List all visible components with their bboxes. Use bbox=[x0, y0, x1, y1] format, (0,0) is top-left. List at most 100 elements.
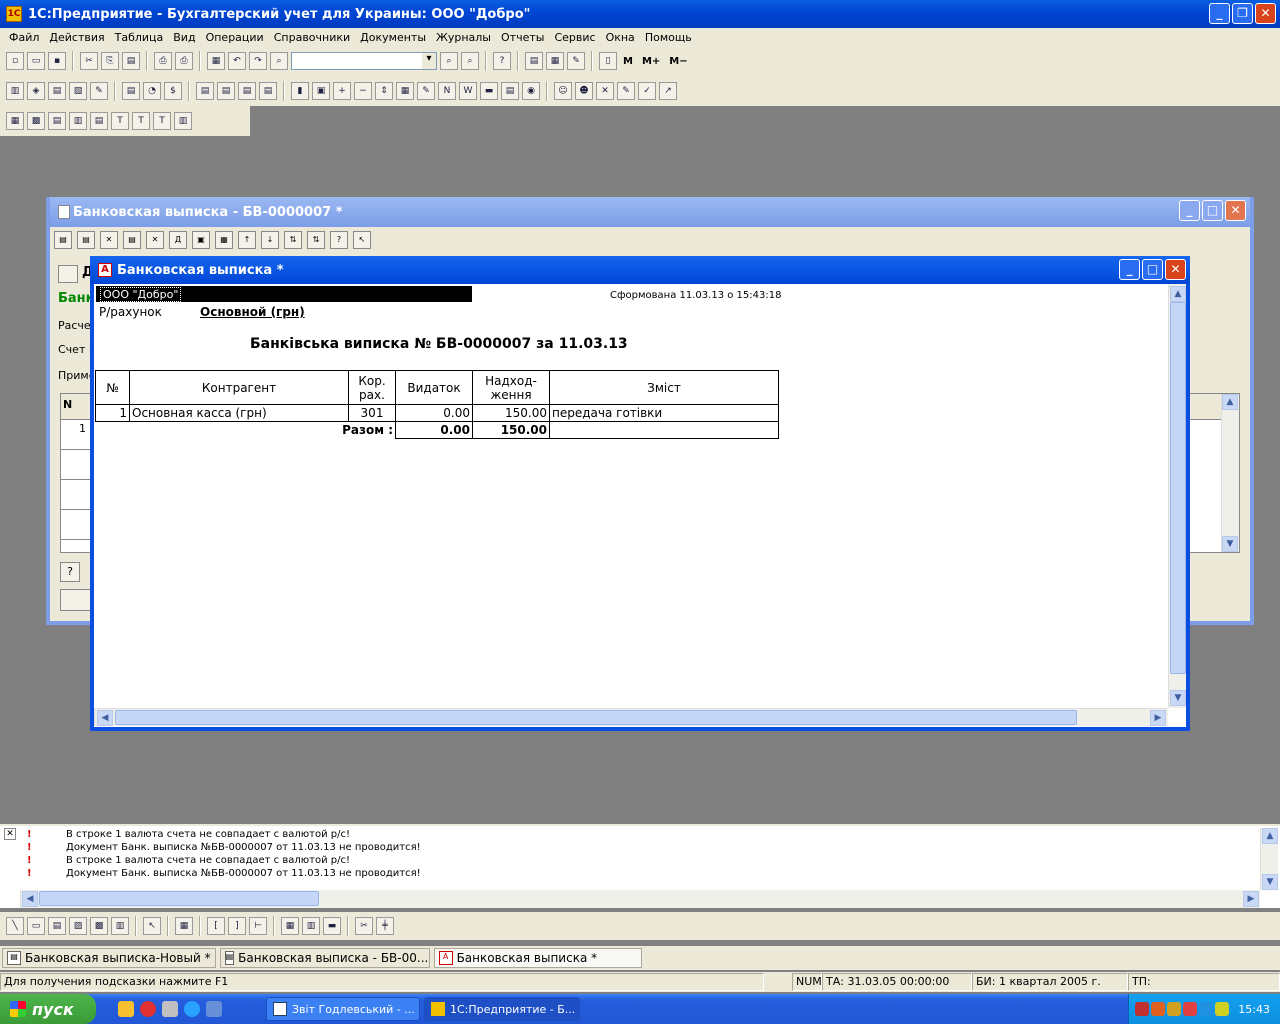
split-icon[interactable]: ╪ bbox=[376, 917, 394, 935]
find-next-icon[interactable]: ⌕ bbox=[440, 52, 458, 70]
form-table-scrollbar[interactable]: ▲ ▼ bbox=[1221, 394, 1239, 552]
menu-service[interactable]: Сервис bbox=[549, 31, 600, 44]
person-icon[interactable]: ☺ bbox=[554, 82, 572, 100]
find-icon[interactable]: ⌕ bbox=[270, 52, 288, 70]
report-sheet[interactable]: ООО "Добро" Сформована 11.03.13 о 15:43:… bbox=[94, 284, 1168, 708]
waybill-icon[interactable]: ▤ bbox=[238, 82, 256, 100]
text-frame-icon[interactable]: ▤ bbox=[48, 917, 66, 935]
text3-icon[interactable]: T bbox=[153, 112, 171, 130]
analysis-icon[interactable]: ◔ bbox=[143, 82, 161, 100]
report-close-button[interactable]: ✕ bbox=[1165, 259, 1186, 280]
warehouse-icon[interactable]: ▮ bbox=[291, 82, 309, 100]
goods-icon[interactable]: ▣ bbox=[312, 82, 330, 100]
tab-bank-statement-new[interactable]: ▤ Банковская выписка-Новый * bbox=[2, 948, 216, 968]
grid-lines-icon[interactable]: ▦ bbox=[281, 917, 299, 935]
search-combo[interactable] bbox=[291, 52, 437, 70]
redo-icon[interactable]: ↷ bbox=[249, 52, 267, 70]
calc-icon[interactable]: ▦ bbox=[207, 52, 225, 70]
columns-icon[interactable]: ▥ bbox=[302, 917, 320, 935]
menu-reports[interactable]: Отчеты bbox=[496, 31, 549, 44]
calendar-icon[interactable]: ▦ bbox=[546, 52, 564, 70]
memory-plus-button[interactable]: M+ bbox=[639, 56, 663, 67]
chart-icon[interactable]: ▥ bbox=[174, 112, 192, 130]
ruler-icon[interactable]: ▬ bbox=[323, 917, 341, 935]
entries-icon[interactable]: ◈ bbox=[27, 82, 45, 100]
select-icon[interactable]: ▦ bbox=[215, 231, 233, 249]
bracket-left-icon[interactable]: [ bbox=[207, 917, 225, 935]
opera-tray-icon[interactable] bbox=[1183, 1002, 1197, 1016]
quicklaunch-opera-icon[interactable] bbox=[140, 1001, 156, 1017]
undo-icon[interactable]: ↶ bbox=[228, 52, 246, 70]
replace-icon[interactable]: ⌕ bbox=[461, 52, 479, 70]
report-row[interactable]: 1 Основная касса (грн) 301 0.00 150.00 п… bbox=[95, 404, 779, 422]
form-table-row[interactable] bbox=[61, 512, 91, 540]
copy-icon[interactable]: ⎘ bbox=[101, 52, 119, 70]
people-icon[interactable]: ☻ bbox=[575, 82, 593, 100]
text2-icon[interactable]: T bbox=[132, 112, 150, 130]
report-maximize-button[interactable]: □ bbox=[1142, 259, 1163, 280]
network-icon[interactable] bbox=[1199, 1002, 1213, 1016]
list-icon[interactable]: ▤ bbox=[196, 82, 214, 100]
cash-icon[interactable]: ▬ bbox=[480, 82, 498, 100]
doc-edit-icon[interactable]: ✎ bbox=[617, 82, 635, 100]
messages-vertical-scrollbar[interactable]: ▲ ▼ bbox=[1260, 828, 1278, 890]
copy-line-icon[interactable]: ▤ bbox=[77, 231, 95, 249]
sort-asc-icon[interactable]: ⇅ bbox=[284, 231, 302, 249]
manual-op-icon[interactable]: ✎ bbox=[90, 82, 108, 100]
w-doc-icon[interactable]: W bbox=[459, 82, 477, 100]
calculator-icon[interactable]: ▤ bbox=[525, 52, 543, 70]
delete-doc-icon[interactable]: ✕ bbox=[146, 231, 164, 249]
text-icon[interactable]: T bbox=[111, 112, 129, 130]
dk-icon[interactable]: Д bbox=[169, 231, 187, 249]
security-icon[interactable] bbox=[1167, 1002, 1181, 1016]
menu-actions[interactable]: Действия bbox=[44, 31, 109, 44]
up-icon[interactable]: ↑ bbox=[238, 231, 256, 249]
plus-icon[interactable]: + bbox=[333, 82, 351, 100]
menu-view[interactable]: Вид bbox=[168, 31, 200, 44]
start-button[interactable]: пуск bbox=[0, 994, 96, 1024]
pointer-icon[interactable]: ↖ bbox=[143, 917, 161, 935]
sort-desc-icon[interactable]: ⇅ bbox=[307, 231, 325, 249]
memory-minus-button[interactable]: M− bbox=[666, 56, 690, 67]
quicklaunch-app2-icon[interactable] bbox=[162, 1001, 178, 1017]
restore-button[interactable]: ❐ bbox=[1232, 3, 1253, 24]
menu-documents[interactable]: Документы bbox=[355, 31, 431, 44]
form-help-icon[interactable]: ? bbox=[330, 231, 348, 249]
language-icon[interactable] bbox=[1215, 1002, 1229, 1016]
invoice-icon[interactable]: ▤ bbox=[217, 82, 235, 100]
chart-object-icon[interactable]: ▥ bbox=[111, 917, 129, 935]
minus-icon[interactable]: − bbox=[354, 82, 372, 100]
volume-icon[interactable] bbox=[1135, 1002, 1149, 1016]
minimize-button[interactable]: _ bbox=[1209, 3, 1230, 24]
table2-icon[interactable]: ▤ bbox=[48, 112, 66, 130]
messages-horizontal-scrollbar[interactable]: ◀ ▶ bbox=[20, 890, 1260, 908]
bank-icon[interactable]: ▤ bbox=[501, 82, 519, 100]
form-close-button[interactable]: ✕ bbox=[1225, 200, 1246, 221]
down-icon[interactable]: ↓ bbox=[261, 231, 279, 249]
line-icon[interactable]: ╲ bbox=[6, 917, 24, 935]
edit-line-icon[interactable]: ▤ bbox=[123, 231, 141, 249]
menu-table[interactable]: Таблица bbox=[110, 31, 169, 44]
book-icon[interactable]: ▯ bbox=[599, 52, 617, 70]
picture-icon[interactable]: ▨ bbox=[69, 917, 87, 935]
doc-arrow-icon[interactable]: ↗ bbox=[659, 82, 677, 100]
menu-windows[interactable]: Окна bbox=[601, 31, 640, 44]
report-vertical-scrollbar[interactable]: ▲ ▼ bbox=[1168, 284, 1186, 708]
ole-icon[interactable]: ▩ bbox=[90, 917, 108, 935]
scissors-icon[interactable]: ✂ bbox=[355, 917, 373, 935]
cross-doc-icon[interactable]: ✕ bbox=[596, 82, 614, 100]
messages-close-icon[interactable]: ✕ bbox=[4, 828, 16, 840]
money-icon[interactable]: $ bbox=[164, 82, 182, 100]
quicklaunch-ie-icon[interactable] bbox=[184, 1001, 200, 1017]
table4-icon[interactable]: ▤ bbox=[90, 112, 108, 130]
tools-icon[interactable]: ✎ bbox=[417, 82, 435, 100]
print-preview-icon[interactable]: ⎙ bbox=[175, 52, 193, 70]
tab-bank-statement-bv[interactable]: ▤ Банковская выписка - БВ-00... bbox=[219, 948, 430, 968]
antivirus-icon[interactable] bbox=[1151, 1002, 1165, 1016]
checker-icon[interactable]: ▩ bbox=[27, 112, 45, 130]
new-icon[interactable]: ▫ bbox=[6, 52, 24, 70]
account-value[interactable]: Основной (грн) bbox=[200, 305, 305, 319]
help-icon[interactable]: ? bbox=[493, 52, 511, 70]
align-icon[interactable]: ⊢ bbox=[249, 917, 267, 935]
transfer-icon[interactable]: ⇕ bbox=[375, 82, 393, 100]
